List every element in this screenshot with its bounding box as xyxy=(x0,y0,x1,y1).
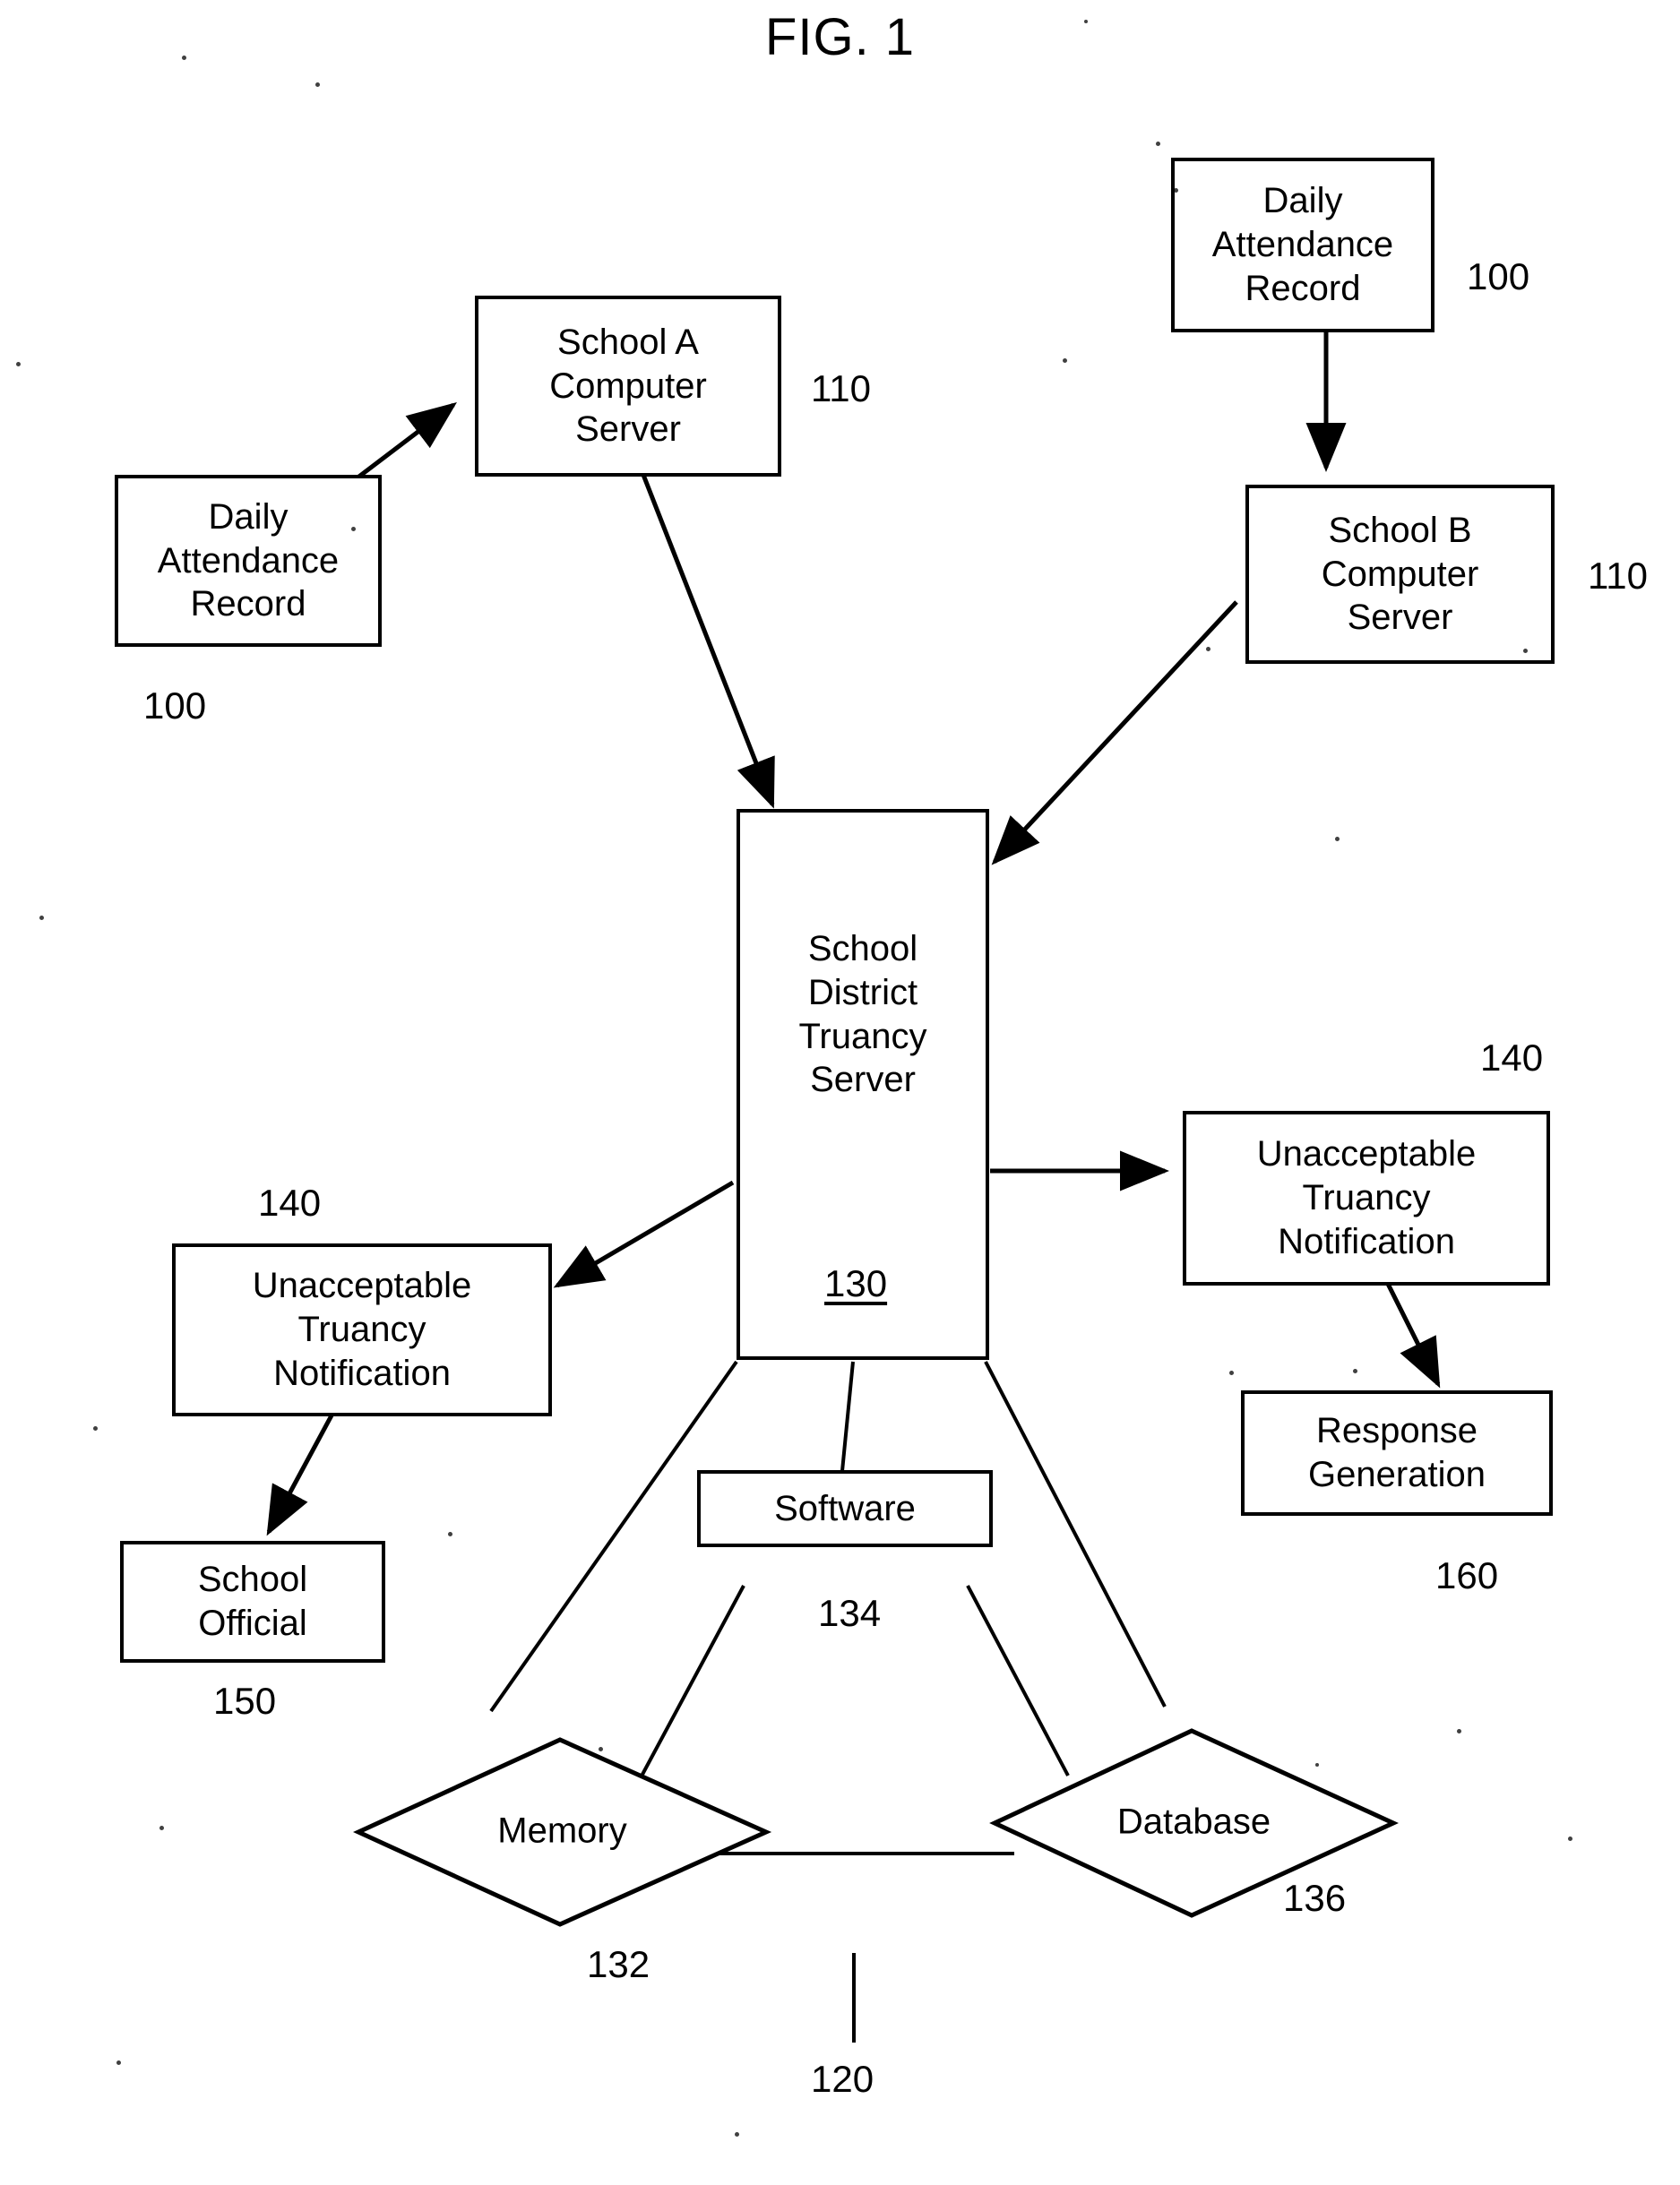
scan-speck xyxy=(351,527,356,531)
unacceptable-truancy-notification-left-box[interactable]: Unacceptable Truancy Notification xyxy=(172,1243,552,1416)
scan-speck xyxy=(1335,837,1340,841)
scan-speck xyxy=(1353,1369,1357,1373)
school-district-truancy-server-label: School District Truancy Server xyxy=(798,929,927,1100)
scan-speck xyxy=(1063,358,1067,363)
arrow-school-a-to-truancy-server xyxy=(641,474,775,809)
ref-140-right: 140 xyxy=(1480,1037,1544,1079)
ref-132: 132 xyxy=(587,1943,650,1985)
scan-speck xyxy=(39,916,44,920)
school-official-label: School Official xyxy=(197,1560,308,1643)
memory-label: Memory xyxy=(497,1811,627,1851)
ref-110-school-a: 110 xyxy=(811,367,871,409)
scan-speck xyxy=(1523,649,1528,653)
ref-100-left: 100 xyxy=(143,684,207,727)
ref-134: 134 xyxy=(818,1592,882,1634)
ref-120: 120 xyxy=(811,2058,874,2100)
ref-110-school-b: 110 xyxy=(1588,555,1648,597)
arrow-notification-left-to-school-official xyxy=(266,1414,334,1536)
scan-speck xyxy=(1156,142,1160,146)
unacceptable-truancy-notification-right-box[interactable]: Unacceptable Truancy Notification xyxy=(1183,1111,1550,1286)
scan-speck xyxy=(1457,1729,1461,1733)
scan-speck xyxy=(93,1426,98,1431)
unacceptable-truancy-notification-right-label: Unacceptable Truancy Notification xyxy=(1256,1134,1477,1261)
arrow-school-b-to-truancy-server xyxy=(991,600,1238,865)
ref-150: 150 xyxy=(213,1680,277,1722)
daily-attendance-record-right-box[interactable]: Daily Attendance Record xyxy=(1171,158,1434,332)
ref-130: 130 xyxy=(824,1262,888,1304)
school-a-server-box[interactable]: School A Computer Server xyxy=(475,296,781,477)
scan-speck xyxy=(16,362,21,366)
scan-speck xyxy=(1084,20,1088,23)
ref-160: 160 xyxy=(1435,1554,1499,1596)
bus-line-server-to-database xyxy=(984,1361,1167,1708)
database-label: Database xyxy=(1116,1802,1271,1842)
daily-attendance-record-right-label: Daily Attendance Record xyxy=(1211,181,1394,308)
scan-speck xyxy=(315,82,320,87)
software-label: Software xyxy=(774,1488,916,1528)
scan-speck xyxy=(1315,1763,1319,1767)
unacceptable-truancy-notification-left-label: Unacceptable Truancy Notification xyxy=(252,1266,472,1393)
response-generation-label: Response Generation xyxy=(1308,1411,1486,1494)
scan-speck xyxy=(159,1826,164,1830)
bus-line-server-to-software xyxy=(840,1361,855,1472)
scan-speck xyxy=(735,2132,739,2137)
daily-attendance-record-left-box[interactable]: Daily Attendance Record xyxy=(115,475,382,647)
ref-140-left: 140 xyxy=(258,1182,322,1224)
arrow-truancy-server-to-notification-left xyxy=(553,1180,735,1288)
scan-speck xyxy=(116,2060,121,2065)
software-box[interactable]: Software xyxy=(697,1470,993,1547)
ref-136: 136 xyxy=(1283,1877,1347,1919)
scan-speck xyxy=(1229,1371,1234,1375)
scan-speck xyxy=(599,1747,603,1751)
school-b-server-label: School B Computer Server xyxy=(1321,510,1479,638)
scan-speck xyxy=(182,56,186,60)
scan-speck xyxy=(1206,647,1210,651)
school-a-server-label: School A Computer Server xyxy=(549,322,707,450)
ref-100-right: 100 xyxy=(1467,255,1530,297)
daily-attendance-record-left-label: Daily Attendance Record xyxy=(157,496,340,624)
patent-figure: FIG. 1 Daily Attendance Record 100 Schoo… xyxy=(0,0,1680,2185)
response-generation-box[interactable]: Response Generation xyxy=(1241,1390,1553,1516)
scan-speck xyxy=(448,1532,452,1536)
scan-speck xyxy=(1174,188,1178,193)
school-official-box[interactable]: School Official xyxy=(120,1541,385,1663)
school-b-server-box[interactable]: School B Computer Server xyxy=(1245,485,1555,664)
scan-speck xyxy=(1568,1837,1572,1841)
memory-diamond[interactable]: Memory xyxy=(358,1740,766,1924)
